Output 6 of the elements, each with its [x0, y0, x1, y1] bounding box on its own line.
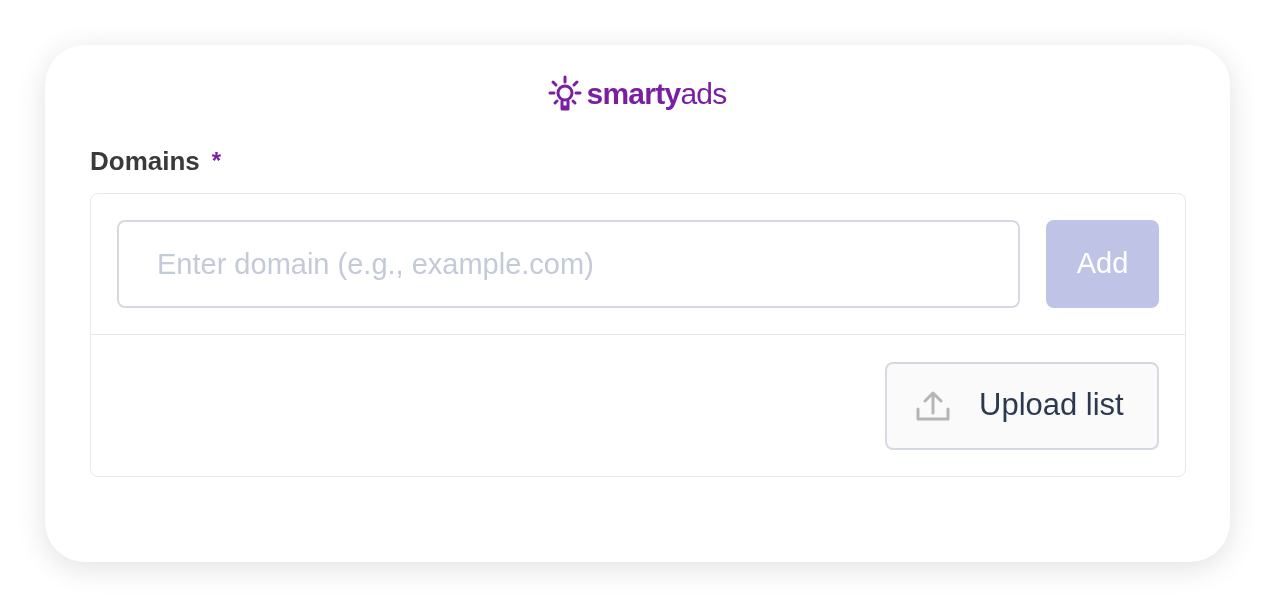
required-mark: *: [211, 146, 222, 176]
lightbulb-icon: [548, 74, 583, 114]
field-label: Domains: [90, 144, 200, 178]
upload-list-button[interactable]: Upload list: [885, 361, 1159, 450]
domain-input[interactable]: Enter domain (e.g., example.com): [117, 220, 1021, 308]
logo-text: smartyads: [586, 79, 727, 109]
